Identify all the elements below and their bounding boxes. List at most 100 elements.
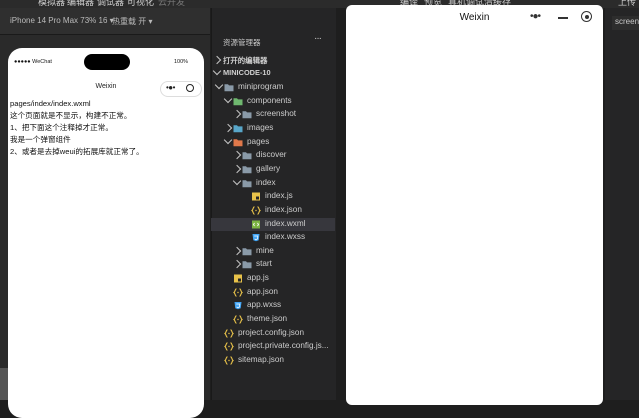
folder-icon xyxy=(233,124,243,133)
chevron-right-icon xyxy=(232,164,242,174)
page-path-text: pages/index/index.wxml xyxy=(10,99,91,108)
tree-item-label: index.wxss xyxy=(265,232,306,242)
menu-editor[interactable]: 编辑器 xyxy=(67,0,94,8)
folder-icon xyxy=(242,151,252,160)
tree-folder[interactable]: images xyxy=(211,122,335,135)
capsule-menu[interactable]: •●• xyxy=(160,81,202,97)
tree-file[interactable]: sitemap.json xyxy=(211,354,335,367)
phone-simulator: ●●●●● WeChat 100% Weixin •●• pages/index… xyxy=(8,48,204,418)
weixin-window: Weixin •●• xyxy=(346,5,603,405)
json-file-icon xyxy=(251,206,261,215)
tree-file[interactable]: index.wxss xyxy=(211,231,335,244)
close-circle-icon[interactable] xyxy=(581,11,592,22)
open-editors-section[interactable]: 打开的编辑器 xyxy=(211,54,335,67)
tree-file[interactable]: project.private.config.js... xyxy=(211,340,335,353)
editor-right-panel xyxy=(605,8,639,400)
tree-item-label: screenshot xyxy=(256,109,297,119)
tree-item-label: index.json xyxy=(265,204,302,214)
menu-simulator[interactable]: 模拟器 xyxy=(38,0,65,8)
minimize-icon[interactable] xyxy=(558,17,568,19)
tree-folder[interactable]: discover xyxy=(211,149,335,162)
tree-item-label: index.js xyxy=(265,191,293,201)
tree-folder[interactable]: pages xyxy=(211,135,335,149)
tree-folder[interactable]: start xyxy=(211,258,335,271)
tree-item-label: start xyxy=(256,259,272,269)
tree-file[interactable]: index.js xyxy=(211,190,335,203)
json-file-icon xyxy=(233,315,243,324)
tree-item-label: app.js xyxy=(247,273,269,283)
menu-debugger[interactable]: 调试器 xyxy=(97,0,124,8)
tree-folder[interactable]: index xyxy=(211,176,335,190)
tree-file[interactable]: project.config.json xyxy=(211,327,335,340)
tree-item-label: images xyxy=(247,122,274,132)
tree-item-label: components xyxy=(247,95,292,105)
explorer-more-icon[interactable]: ··· xyxy=(314,33,322,44)
tree-folder[interactable]: mine xyxy=(211,245,335,258)
simulator-scrollbar[interactable] xyxy=(0,368,8,400)
folder-icon xyxy=(242,247,252,256)
page-content: pages/index/index.wxml 这个页面就是不显示，构建不正常。 … xyxy=(10,98,202,158)
tree-item-label: sitemap.json xyxy=(238,355,284,364)
wxml-file-icon xyxy=(251,220,261,229)
more-dots-icon[interactable]: •●• xyxy=(530,11,541,22)
project-section[interactable]: MINICODE-10 xyxy=(211,66,335,80)
phone-nav-bar: Weixin •●• xyxy=(8,80,204,97)
tree-file[interactable]: app.wxss xyxy=(211,299,335,312)
battery-label: 100% xyxy=(174,59,189,65)
tree-file[interactable]: index.json xyxy=(211,204,335,217)
chevron-right-icon xyxy=(232,151,242,160)
editor-tab[interactable]: screens xyxy=(612,16,639,30)
folder-icon xyxy=(233,97,243,106)
page-text-line: 这个页面就是不显示，构建不正常。 xyxy=(10,111,132,120)
wxss-file-icon xyxy=(251,233,261,242)
tree-file[interactable]: theme.json xyxy=(211,313,335,326)
tree-item-label: theme.json xyxy=(247,314,288,324)
carrier-label: ●●●●● WeChat xyxy=(14,59,52,65)
project-label: MINICODE-10 xyxy=(223,68,271,77)
tree-item-label: index.wxml xyxy=(265,218,306,228)
folder-icon xyxy=(242,165,252,174)
tree-item-label: discover xyxy=(256,150,287,160)
wxss-file-icon xyxy=(233,301,243,310)
close-circle-icon[interactable] xyxy=(186,84,194,92)
tree-item-label: gallery xyxy=(256,163,281,173)
tree-folder[interactable]: miniprogram xyxy=(211,80,335,94)
tree-file[interactable]: app.json xyxy=(211,286,335,299)
chevron-right-icon xyxy=(232,246,242,256)
tree-file[interactable]: app.js xyxy=(211,272,335,285)
chevron-right-icon xyxy=(232,260,242,269)
folder-icon xyxy=(242,110,252,119)
folder-icon xyxy=(233,138,243,147)
chevron-right-icon xyxy=(223,123,233,133)
chevron-down-icon xyxy=(232,176,242,185)
tree-item-label: app.json xyxy=(247,286,278,296)
json-file-icon xyxy=(224,328,234,338)
chevron-down-icon xyxy=(212,66,222,76)
js-file-icon xyxy=(233,274,243,283)
chevron-down-icon xyxy=(223,135,233,144)
page-text-line: 我是一个弹窗组件 xyxy=(10,135,71,144)
menu-cloud[interactable]: 云开发 xyxy=(158,0,185,8)
hot-reload-select[interactable]: 热重载 开 ▾ xyxy=(112,16,152,27)
tree-item-label: index xyxy=(256,177,276,187)
menu-visual[interactable]: 可视化 xyxy=(127,0,154,8)
tree-folder[interactable]: gallery xyxy=(211,163,335,176)
js-file-icon xyxy=(251,192,261,201)
more-dots-icon[interactable]: •●• xyxy=(166,83,175,92)
json-file-icon xyxy=(224,356,234,365)
tree-item-label: project.private.config.js... xyxy=(238,341,329,351)
folder-icon xyxy=(242,260,252,269)
menu-upload[interactable]: 上传 xyxy=(618,0,636,8)
explorer-header: 资源管理器 xyxy=(223,38,261,47)
dynamic-island xyxy=(84,54,130,70)
editor-tab-label: screens xyxy=(615,17,639,26)
json-file-icon xyxy=(233,288,243,297)
page-text-line: 1、把下面这个注释掉才正常。 xyxy=(10,123,113,132)
device-select[interactable]: iPhone 14 Pro Max 73% 16 ▾ xyxy=(10,16,114,25)
tree-folder[interactable]: components xyxy=(211,94,335,108)
simulator-toolbar: iPhone 14 Pro Max 73% 16 ▾ 热重载 开 ▾ xyxy=(0,8,210,35)
tree-folder[interactable]: screenshot xyxy=(211,108,335,121)
tree-file[interactable]: index.wxml xyxy=(211,217,335,231)
tree-item-label: pages xyxy=(247,136,270,146)
chevron-down-icon xyxy=(214,80,224,90)
